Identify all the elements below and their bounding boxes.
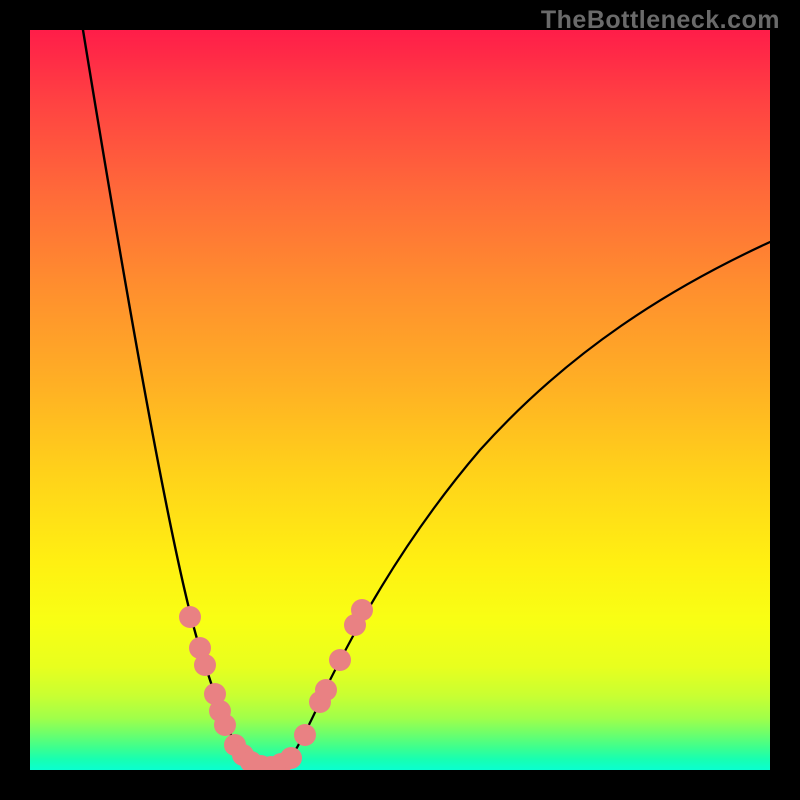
- data-dot: [294, 724, 316, 746]
- data-dot: [194, 654, 216, 676]
- data-dot: [315, 679, 337, 701]
- data-dot: [214, 714, 236, 736]
- dots-group: [179, 599, 373, 770]
- data-dot: [351, 599, 373, 621]
- chart-svg: [30, 30, 770, 770]
- data-dot: [179, 606, 201, 628]
- curve-right-branch: [273, 242, 770, 767]
- data-dot: [329, 649, 351, 671]
- chart-frame: [30, 30, 770, 770]
- curve-left-branch: [83, 30, 258, 766]
- data-dot: [280, 747, 302, 769]
